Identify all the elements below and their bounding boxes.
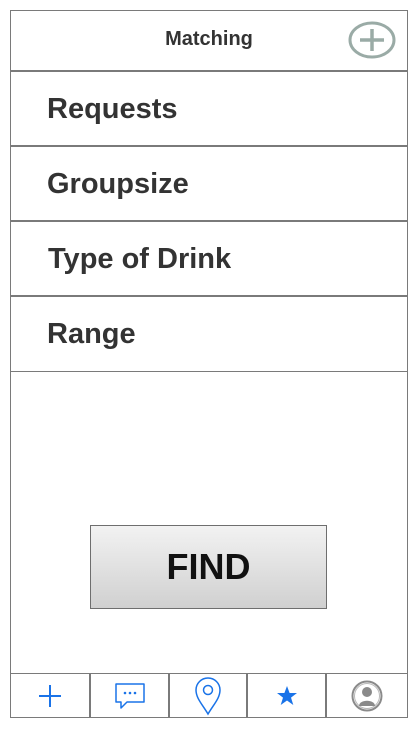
plus-icon [39, 685, 61, 707]
menu-item-label: Groupsize [47, 168, 189, 200]
tab-profile[interactable] [327, 674, 407, 718]
menu-item-label: Range [47, 318, 136, 350]
tab-favorites[interactable] [248, 674, 327, 718]
chat-bubble-icon [114, 683, 145, 709]
menu-item-groupsize[interactable]: Groupsize [11, 147, 407, 222]
menu-item-requests[interactable]: Requests [11, 72, 407, 147]
plus-circle-icon[interactable] [348, 21, 396, 59]
tab-bar [11, 673, 407, 718]
tab-location[interactable] [170, 674, 248, 718]
user-icon [351, 680, 383, 712]
tab-messages[interactable] [91, 674, 170, 718]
header-bar: Matching [11, 11, 407, 72]
tab-add[interactable] [11, 674, 91, 718]
menu-item-range[interactable]: Range [11, 297, 407, 372]
menu-item-label: Type of Drink [48, 243, 232, 275]
phone-screen: Matching Requests Groupsize Type of Drin… [10, 10, 408, 718]
star-icon [276, 686, 297, 705]
menu-item-label: Requests [47, 93, 178, 125]
location-pin-icon [195, 677, 221, 716]
menu-item-type-of-drink[interactable]: Type of Drink [11, 222, 407, 297]
find-button[interactable]: FIND [90, 525, 327, 609]
